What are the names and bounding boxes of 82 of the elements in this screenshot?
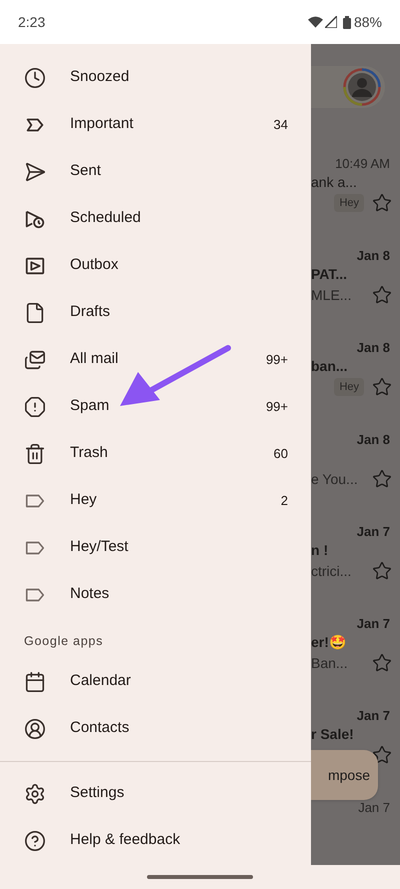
drawer-item[interactable]: Snoozed — [0, 54, 311, 101]
drawer-item[interactable]: Help & feedback — [0, 817, 311, 864]
wifi-icon — [308, 16, 323, 28]
email-snippet: e You... — [311, 470, 358, 488]
star-icon[interactable] — [372, 193, 392, 213]
item-label: Hey — [70, 490, 98, 510]
drawer-item[interactable]: Calendar — [0, 658, 311, 705]
star-icon[interactable] — [372, 285, 392, 305]
email-subject: PAT... — [311, 264, 348, 284]
calendar-icon — [24, 670, 46, 692]
drawer-item[interactable]: Hey/Test — [0, 524, 311, 571]
item-count: 99+ — [266, 350, 288, 369]
clock-icon — [24, 66, 46, 88]
drawer-item[interactable]: All mail 99+ — [0, 336, 311, 383]
email-subject: er!🤩 — [311, 632, 346, 652]
email-subject: ank a... — [311, 172, 357, 192]
drawer-item[interactable]: Scheduled — [0, 195, 311, 242]
section-title: Google apps — [24, 632, 104, 650]
drawer-item[interactable]: Settings — [0, 770, 311, 817]
label-chip: Hey — [334, 378, 364, 396]
item-count: 34 — [274, 116, 288, 134]
email-date: 10:49 AM — [335, 155, 390, 172]
avatar — [343, 68, 381, 106]
settings-icon — [24, 782, 46, 804]
star-icon[interactable] — [372, 745, 392, 765]
document-icon — [24, 302, 46, 324]
item-label: Hey/Test — [70, 537, 130, 558]
email-date: Jan 7 — [358, 799, 390, 816]
item-count: 2 — [280, 492, 288, 510]
status-time: 2:23 — [18, 12, 46, 32]
trash-icon — [24, 442, 46, 464]
item-label: Sent — [70, 161, 102, 182]
item-label: Help & feedback — [70, 830, 182, 850]
drawer-item[interactable]: Notes — [0, 571, 311, 618]
battery-percent: 88% — [354, 12, 382, 32]
signal-icon — [324, 16, 337, 28]
email-date: Jan 7 — [356, 615, 390, 632]
email-date: Jan 8 — [356, 247, 390, 264]
email-snippet: ctrici... — [311, 562, 352, 580]
item-label: Calendar — [70, 671, 132, 692]
drawer-item[interactable]: Important 34 — [0, 101, 311, 148]
drawer-item[interactable]: Trash 60 — [0, 430, 311, 477]
email-date: Jan 7 — [356, 707, 390, 724]
email-subject: r Sale! — [311, 724, 354, 744]
drawer-item[interactable]: Spam 99+ — [0, 383, 311, 430]
item-label: Contacts — [70, 718, 130, 738]
item-label: Notes — [70, 584, 110, 604]
item-label: Scheduled — [70, 208, 142, 228]
alert-icon — [24, 396, 46, 418]
drawer-item[interactable]: Hey 2 — [0, 477, 311, 524]
item-label: Trash — [70, 443, 109, 464]
item-count: 99+ — [266, 398, 288, 416]
email-subject: ban... — [311, 356, 348, 376]
drawer-item[interactable]: Contacts — [0, 705, 311, 752]
item-label: Settings — [70, 783, 126, 804]
battery-icon — [342, 16, 351, 28]
email-snippet: Ban... — [311, 654, 348, 672]
email-date: Jan 8 — [356, 339, 390, 356]
star-icon[interactable] — [372, 377, 392, 397]
star-icon[interactable] — [372, 561, 392, 581]
email-subject: n ! — [311, 540, 328, 560]
email-date: Jan 8 — [356, 431, 390, 448]
drawer-item[interactable]: Sent — [0, 148, 311, 195]
send-icon — [24, 160, 46, 182]
compose-button[interactable]: mpose — [311, 750, 378, 800]
label-chip: Hey — [334, 194, 364, 212]
item-label: Drafts — [70, 302, 112, 322]
item-label: All mail — [70, 349, 120, 370]
drawer-item[interactable]: Outbox — [0, 242, 311, 289]
help-icon — [24, 830, 46, 852]
item-label: Snoozed — [70, 67, 130, 88]
item-label: Important — [70, 114, 134, 134]
person-circle-icon — [24, 718, 46, 740]
email-snippet: MLE... — [311, 286, 352, 304]
mail-stack-icon — [24, 348, 46, 370]
item-label: Outbox — [70, 255, 120, 276]
star-icon[interactable] — [372, 469, 392, 489]
item-count: 60 — [274, 444, 288, 463]
item-label: Spam — [70, 396, 110, 416]
star-icon[interactable] — [372, 653, 392, 673]
email-date: Jan 7 — [356, 523, 390, 540]
drawer-item[interactable]: Drafts — [0, 289, 311, 336]
